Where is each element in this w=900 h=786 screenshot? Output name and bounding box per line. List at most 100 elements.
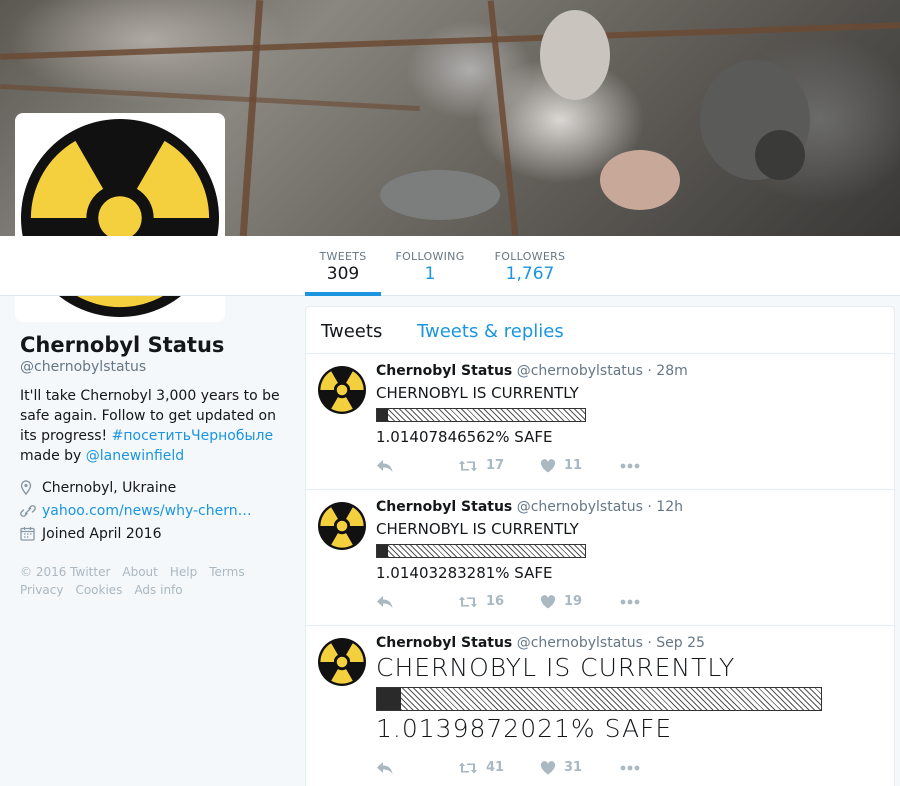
tweet-item[interactable]: Chernobyl Status @chernobylstatus · 28m …	[306, 354, 894, 490]
footer-row-1: © 2016 Twitter About Help Terms	[20, 563, 290, 581]
stat-tweets-value: 309	[326, 264, 360, 284]
footer-help-link[interactable]: Help	[170, 565, 197, 579]
retweet-button[interactable]: 16	[458, 594, 540, 609]
more-dots-icon	[620, 765, 640, 770]
tweet-header: Chernobyl Status @chernobylstatus · 28m	[376, 363, 688, 379]
safety-progress-bar	[376, 408, 586, 422]
profile-name[interactable]: Chernobyl Status	[20, 332, 290, 358]
link-icon	[20, 504, 42, 518]
tweet-text-line: CHERNOBYL IS CURRENTLY	[376, 653, 736, 682]
tweet-item[interactable]: Chernobyl Status @chernobylstatus · 12h …	[306, 490, 894, 626]
tab-tweets[interactable]: Tweets	[321, 321, 382, 342]
tweet-author-handle[interactable]: @chernobylstatus	[517, 635, 643, 651]
more-dots-icon	[620, 599, 640, 604]
tweet-author-name[interactable]: Chernobyl Status	[376, 499, 512, 515]
safety-progress-bar	[376, 687, 822, 711]
profile-handle[interactable]: @chernobylstatus	[20, 358, 290, 376]
tweet-timestamp[interactable]: · 28m	[647, 363, 687, 379]
heart-icon	[540, 458, 556, 472]
stat-following[interactable]: FOLLOWING 1	[393, 236, 467, 296]
reply-icon	[377, 761, 393, 774]
tweet-text: CHERNOBYL IS CURRENTLY 1.01407846562% SA…	[376, 382, 586, 448]
retweet-button[interactable]: 41	[458, 760, 540, 775]
stat-tweets[interactable]: TWEETS 309	[305, 236, 381, 296]
tweet-percent-line: 1.01403283281% SAFE	[376, 564, 553, 582]
profile-nav: TWEETS 309 FOLLOWING 1 FOLLOWERS 1,767	[0, 236, 900, 296]
progress-fill	[377, 545, 389, 557]
like-button[interactable]: 31	[540, 760, 620, 775]
like-count: 11	[564, 458, 583, 473]
tweet-author-handle[interactable]: @chernobylstatus	[517, 499, 643, 515]
tweet-text: CHERNOBYL IS CURRENTLY 1.01403283281% SA…	[376, 518, 586, 584]
retweet-icon	[459, 460, 477, 471]
profile-joined: Joined April 2016	[20, 522, 290, 545]
footer-copyright: © 2016 Twitter	[20, 565, 111, 579]
stat-tweets-label: TWEETS	[319, 250, 367, 263]
profile-bio: It'll take Chernobyl 3,000 years to be s…	[20, 386, 290, 466]
retweet-button[interactable]: 17	[458, 458, 540, 473]
footer-terms-link[interactable]: Terms	[209, 565, 244, 579]
footer-row-2: Privacy Cookies Ads info	[20, 581, 290, 599]
tweet-header: Chernobyl Status @chernobylstatus · 12h	[376, 499, 683, 515]
site-footer: © 2016 Twitter About Help Terms Privacy Cook…	[20, 563, 290, 599]
like-button[interactable]: 19	[540, 594, 620, 609]
more-button[interactable]	[620, 765, 640, 771]
footer-ads-info-link[interactable]: Ads info	[134, 583, 182, 597]
location-pin-icon	[20, 480, 42, 495]
heart-icon	[540, 760, 556, 774]
location-text: Chernobyl, Ukraine	[42, 479, 177, 496]
retweet-icon	[459, 762, 477, 773]
tweet-timestamp[interactable]: · 12h	[647, 499, 683, 515]
like-count: 31	[564, 760, 583, 775]
profile-website: yahoo.com/news/why-chern…	[20, 499, 290, 522]
joined-text: Joined April 2016	[42, 525, 162, 542]
tweet-timestamp[interactable]: · Sep 25	[647, 635, 705, 651]
footer-about-link[interactable]: About	[122, 565, 157, 579]
tweet-text: CHERNOBYL IS CURRENTLY 1.0139872021% SAF…	[376, 652, 822, 745]
more-button[interactable]	[620, 599, 640, 605]
more-button[interactable]	[620, 463, 640, 469]
footer-privacy-link[interactable]: Privacy	[20, 583, 63, 597]
retweet-count: 16	[486, 594, 505, 609]
stat-followers-label: FOLLOWERS	[494, 250, 566, 263]
tweet-avatar[interactable]	[318, 502, 366, 550]
tweet-author-handle[interactable]: @chernobylstatus	[517, 363, 643, 379]
tweet-author-name[interactable]: Chernobyl Status	[376, 363, 512, 379]
tweet-item[interactable]: Chernobyl Status @chernobylstatus · Sep …	[306, 626, 894, 786]
progress-remaining	[401, 688, 821, 710]
safety-progress-bar	[376, 544, 586, 558]
website-link[interactable]: yahoo.com/news/why-chern…	[42, 503, 252, 519]
made-by-label: made by	[20, 448, 82, 464]
reply-button[interactable]	[376, 459, 458, 473]
progress-fill	[377, 409, 389, 421]
tweet-avatar[interactable]	[318, 366, 366, 414]
tweet-author-name[interactable]: Chernobyl Status	[376, 635, 512, 651]
calendar-icon	[20, 526, 42, 541]
twitter-profile-page: TWEETS 309 FOLLOWING 1 FOLLOWERS 1,767 C…	[0, 0, 900, 786]
reply-button[interactable]	[376, 595, 458, 609]
profile-meta: Chernobyl, Ukraine yahoo.com/news/why-ch…	[20, 476, 290, 545]
stat-following-value: 1	[424, 264, 436, 284]
tweet-timeline: Tweets Tweets & replies Chernobyl Status…	[305, 306, 895, 786]
reply-icon	[377, 595, 393, 608]
made-by-link[interactable]: @lanewinfield	[86, 448, 184, 464]
stat-followers[interactable]: FOLLOWERS 1,767	[492, 236, 568, 296]
heart-icon	[540, 594, 556, 608]
reply-button[interactable]	[376, 761, 458, 775]
footer-cookies-link[interactable]: Cookies	[75, 583, 122, 597]
tweet-avatar[interactable]	[318, 638, 366, 686]
reply-icon	[377, 459, 393, 472]
stat-followers-value: 1,767	[505, 264, 555, 284]
like-count: 19	[564, 594, 583, 609]
tweet-actions: 16 19	[376, 594, 640, 609]
progress-remaining	[388, 545, 585, 557]
tweet-percent-line: 1.01407846562% SAFE	[376, 428, 553, 446]
stat-following-label: FOLLOWING	[395, 250, 465, 263]
retweet-icon	[459, 596, 477, 607]
tweet-text-line: CHERNOBYL IS CURRENTLY	[376, 520, 579, 538]
tab-tweets-and-replies[interactable]: Tweets & replies	[417, 321, 564, 342]
retweet-count: 41	[486, 760, 505, 775]
like-button[interactable]: 11	[540, 458, 620, 473]
progress-fill	[377, 688, 402, 710]
bio-hashtag-link[interactable]: #посетитьЧернобыле	[112, 428, 274, 444]
